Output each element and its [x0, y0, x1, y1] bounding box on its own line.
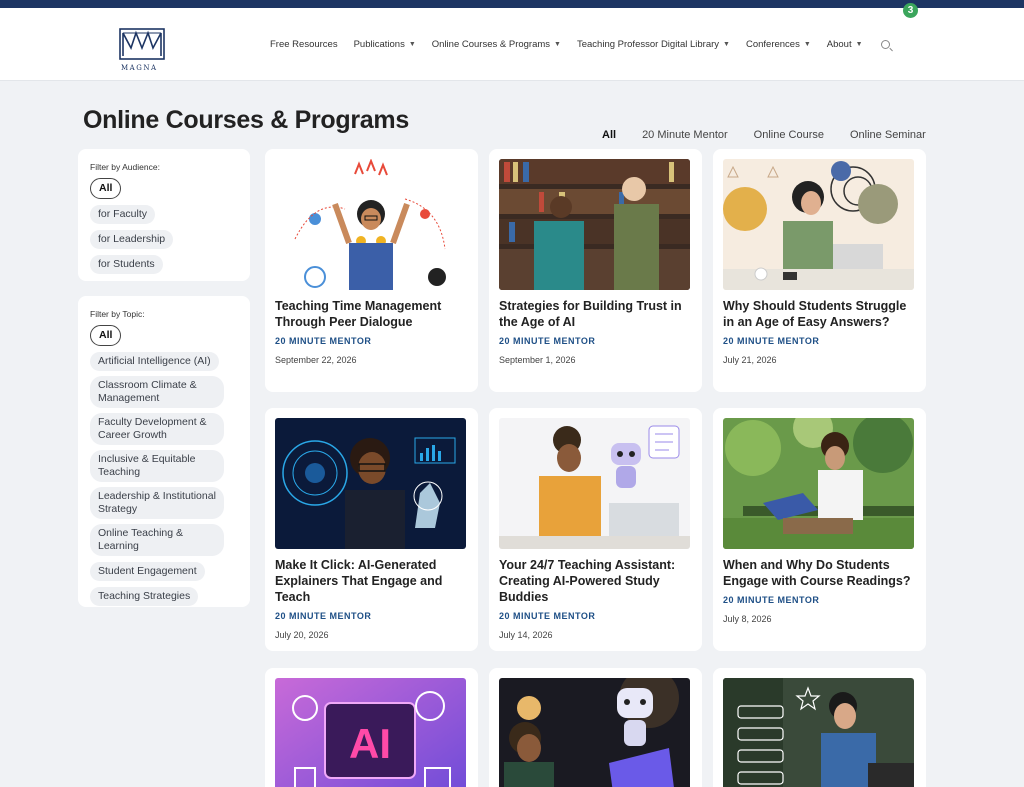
- topic-chip-classroom-climate[interactable]: Classroom Climate & Management: [90, 376, 224, 408]
- course-card[interactable]: [489, 668, 702, 787]
- course-thumbnail[interactable]: [723, 418, 914, 549]
- course-title[interactable]: Teaching Time Management Through Peer Di…: [275, 298, 468, 330]
- topic-chip-all[interactable]: All: [90, 325, 122, 346]
- chevron-down-icon: ▼: [554, 41, 561, 48]
- course-card[interactable]: Your 24/7 Teaching Assistant: Creating A…: [489, 408, 702, 651]
- course-thumbnail[interactable]: [499, 678, 690, 787]
- course-thumbnail[interactable]: [723, 678, 914, 787]
- course-title[interactable]: Strategies for Building Trust in the Age…: [499, 298, 692, 330]
- nav-label: Free Resources: [270, 39, 338, 50]
- nav-label: Conferences: [745, 39, 800, 50]
- chevron-down-icon: ▼: [803, 41, 811, 48]
- course-thumbnail[interactable]: [499, 159, 690, 290]
- course-type: 20 MINUTE MENTOR: [723, 336, 820, 346]
- course-thumbnail[interactable]: [275, 418, 466, 549]
- tab-online-course[interactable]: Online Course: [754, 129, 824, 141]
- tab-20-minute-mentor[interactable]: 20 Minute Mentor: [642, 129, 728, 141]
- topic-chip-leadership-strategy[interactable]: Leadership & Institutional Strategy: [90, 487, 224, 519]
- main-nav: Free Resources Publications ▼ Online Cour…: [270, 39, 890, 50]
- nav-label: Online Courses & Programs: [431, 39, 551, 50]
- type-filter-tabs: All 20 Minute Mentor Online Course Onlin…: [602, 129, 952, 141]
- course-title[interactable]: Make It Click: AI-Generated Explainers T…: [275, 557, 468, 605]
- topic-chip-faculty-development[interactable]: Faculty Development & Career Growth: [90, 413, 224, 445]
- topic-chip-student-engagement[interactable]: Student Engagement: [90, 562, 205, 581]
- nav-about[interactable]: About ▼: [827, 39, 863, 50]
- course-card[interactable]: [713, 668, 926, 787]
- nav-digital-library[interactable]: Teaching Professor Digital Library ▼: [577, 39, 730, 50]
- chevron-down-icon: ▼: [855, 41, 863, 48]
- nav-label: Teaching Professor Digital Library: [576, 39, 720, 50]
- notification-badge[interactable]: 3: [903, 3, 918, 18]
- course-title[interactable]: When and Why Do Students Engage with Cou…: [723, 557, 916, 589]
- course-date: September 22, 2026: [275, 355, 357, 365]
- chevron-down-icon: ▼: [408, 41, 416, 48]
- audience-filter-title: Filter by Audience:: [90, 162, 160, 172]
- course-date: July 8, 2026: [723, 614, 772, 624]
- course-date: July 14, 2026: [499, 630, 553, 640]
- topic-chip-inclusive-teaching[interactable]: Inclusive & Equitable Teaching: [90, 450, 224, 482]
- page-title: Online Courses & Programs: [83, 106, 409, 134]
- nav-label: Publications: [353, 39, 405, 50]
- nav-publications[interactable]: Publications ▼: [354, 39, 416, 50]
- search-icon[interactable]: [880, 40, 890, 49]
- topic-filter-panel: Filter by Topic: All Artificial Intellig…: [78, 296, 250, 607]
- svg-text:AI: AI: [349, 720, 391, 767]
- audience-chip-leadership[interactable]: for Leadership: [90, 230, 174, 249]
- course-thumbnail[interactable]: AI: [275, 678, 466, 787]
- audience-filter-panel: Filter by Audience: All for Faculty for …: [78, 149, 250, 281]
- course-card[interactable]: Why Should Students Struggle in an Age o…: [713, 149, 926, 392]
- audience-chip-all[interactable]: All: [90, 178, 122, 199]
- logo-text: MAGNA: [121, 64, 158, 72]
- topic-filter-title: Filter by Topic:: [90, 309, 145, 319]
- nav-label: About: [826, 39, 852, 50]
- tab-all[interactable]: All: [602, 129, 616, 141]
- chevron-down-icon: ▼: [723, 41, 730, 48]
- nav-online-courses[interactable]: Online Courses & Programs ▼: [432, 39, 561, 50]
- course-title[interactable]: Why Should Students Struggle in an Age o…: [723, 298, 916, 330]
- course-type: 20 MINUTE MENTOR: [275, 336, 372, 346]
- course-type: 20 MINUTE MENTOR: [499, 611, 596, 621]
- course-thumbnail[interactable]: [723, 159, 914, 290]
- nav-conferences[interactable]: Conferences ▼: [746, 39, 811, 50]
- site-header: MAGNA Free Resources Publications ▼ Onlin…: [0, 8, 1024, 81]
- course-date: July 20, 2026: [275, 630, 329, 640]
- topic-chip-ai[interactable]: Artificial Intelligence (AI): [90, 352, 219, 371]
- course-date: September 1, 2026: [499, 355, 576, 365]
- course-thumbnail[interactable]: [275, 159, 466, 290]
- tab-online-seminar[interactable]: Online Seminar: [850, 129, 926, 141]
- course-type: 20 MINUTE MENTOR: [275, 611, 372, 621]
- course-card[interactable]: Make It Click: AI-Generated Explainers T…: [265, 408, 478, 651]
- course-card[interactable]: Teaching Time Management Through Peer Di…: [265, 149, 478, 392]
- admin-bar: [0, 0, 1024, 8]
- audience-chip-students[interactable]: for Students: [90, 255, 163, 274]
- magna-logo[interactable]: [119, 26, 165, 66]
- course-thumbnail[interactable]: [499, 418, 690, 549]
- audience-chip-faculty[interactable]: for Faculty: [90, 205, 156, 224]
- course-card[interactable]: Strategies for Building Trust in the Age…: [489, 149, 702, 392]
- topic-chip-teaching-strategies[interactable]: Teaching Strategies: [90, 587, 199, 606]
- course-card[interactable]: AI: [265, 668, 478, 787]
- nav-free-resources[interactable]: Free Resources: [270, 39, 338, 50]
- topic-chip-online-teaching[interactable]: Online Teaching & Learning: [90, 524, 224, 556]
- course-type: 20 MINUTE MENTOR: [723, 595, 820, 605]
- course-type: 20 MINUTE MENTOR: [499, 336, 596, 346]
- course-date: July 21, 2026: [723, 355, 777, 365]
- course-title[interactable]: Your 24/7 Teaching Assistant: Creating A…: [499, 557, 692, 605]
- course-card[interactable]: When and Why Do Students Engage with Cou…: [713, 408, 926, 651]
